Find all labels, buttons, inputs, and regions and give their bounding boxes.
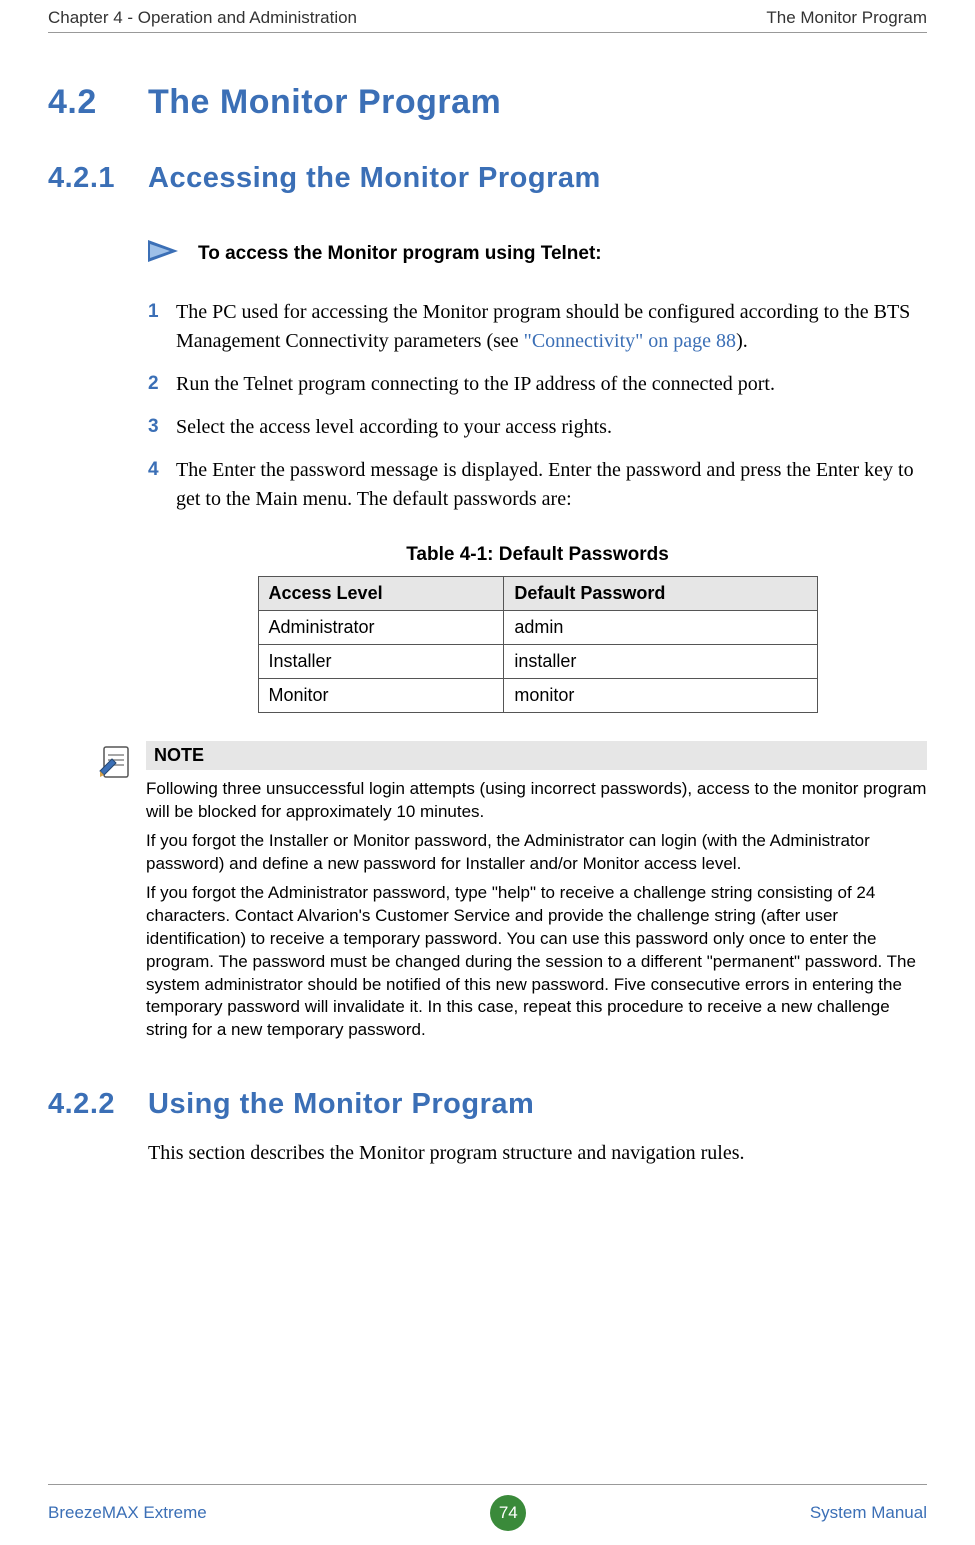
table-cell: installer <box>504 645 817 679</box>
cross-reference-link[interactable]: "Connectivity" on page 88 <box>524 330 736 352</box>
step-number: 4 <box>148 456 176 514</box>
note-block: NOTE Following three unsuccessful login … <box>98 741 927 1048</box>
step-1: 1 The PC used for accessing the Monitor … <box>148 298 927 356</box>
section-number: 4.2 <box>48 83 148 122</box>
default-passwords-table: Access Level Default Password Administra… <box>258 576 818 713</box>
table-cell: Monitor <box>258 679 504 713</box>
table-row: Installer installer <box>258 645 817 679</box>
step-text: Select the access level according to you… <box>176 413 612 442</box>
step-text: Run the Telnet program connecting to the… <box>176 370 775 399</box>
step-number: 2 <box>148 370 176 399</box>
step-number: 1 <box>148 298 176 356</box>
section-title: Accessing the Monitor Program <box>148 162 601 195</box>
step-3: 3 Select the access level according to y… <box>148 413 927 442</box>
section-title: The Monitor Program <box>148 83 501 122</box>
step-text-tail: ). <box>736 330 748 352</box>
section-number: 4.2.1 <box>48 162 148 195</box>
step-number: 3 <box>148 413 176 442</box>
note-icon <box>98 765 136 786</box>
step-4: 4 The Enter the password message is disp… <box>148 456 927 514</box>
page-footer: BreezeMAX Extreme 74 System Manual <box>48 1484 927 1531</box>
footer-left: BreezeMAX Extreme <box>48 1503 207 1523</box>
header-right: The Monitor Program <box>766 8 927 28</box>
step-2: 2 Run the Telnet program connecting to t… <box>148 370 927 399</box>
arrowhead-icon <box>148 240 178 268</box>
table-row: Administrator admin <box>258 611 817 645</box>
table-cell: Installer <box>258 645 504 679</box>
header-left: Chapter 4 - Operation and Administration <box>48 8 357 28</box>
note-paragraph: Following three unsuccessful login attem… <box>146 778 927 824</box>
section-heading-4-2-1: 4.2.1 Accessing the Monitor Program <box>48 162 927 195</box>
section-title: Using the Monitor Program <box>148 1088 534 1121</box>
table-cell: admin <box>504 611 817 645</box>
note-paragraph: If you forgot the Administrator password… <box>146 882 927 1043</box>
procedure-title: To access the Monitor program using Teln… <box>198 243 602 265</box>
step-text: The Enter the password message is displa… <box>176 456 927 514</box>
table-header: Default Password <box>504 577 817 611</box>
procedure-heading: To access the Monitor program using Teln… <box>148 240 927 268</box>
table-row: Monitor monitor <box>258 679 817 713</box>
table-caption: Table 4-1: Default Passwords <box>148 544 927 566</box>
note-title: NOTE <box>146 741 927 770</box>
section-number: 4.2.2 <box>48 1088 148 1121</box>
section-heading-4-2-2: 4.2.2 Using the Monitor Program <box>48 1088 927 1121</box>
note-paragraph: If you forgot the Installer or Monitor p… <box>146 830 927 876</box>
section-heading-4-2: 4.2 The Monitor Program <box>48 83 927 122</box>
page-number-badge: 74 <box>490 1495 526 1531</box>
table-cell: Administrator <box>258 611 504 645</box>
table-header: Access Level <box>258 577 504 611</box>
footer-right: System Manual <box>810 1503 927 1523</box>
body-paragraph: This section describes the Monitor progr… <box>148 1139 927 1168</box>
table-cell: monitor <box>504 679 817 713</box>
